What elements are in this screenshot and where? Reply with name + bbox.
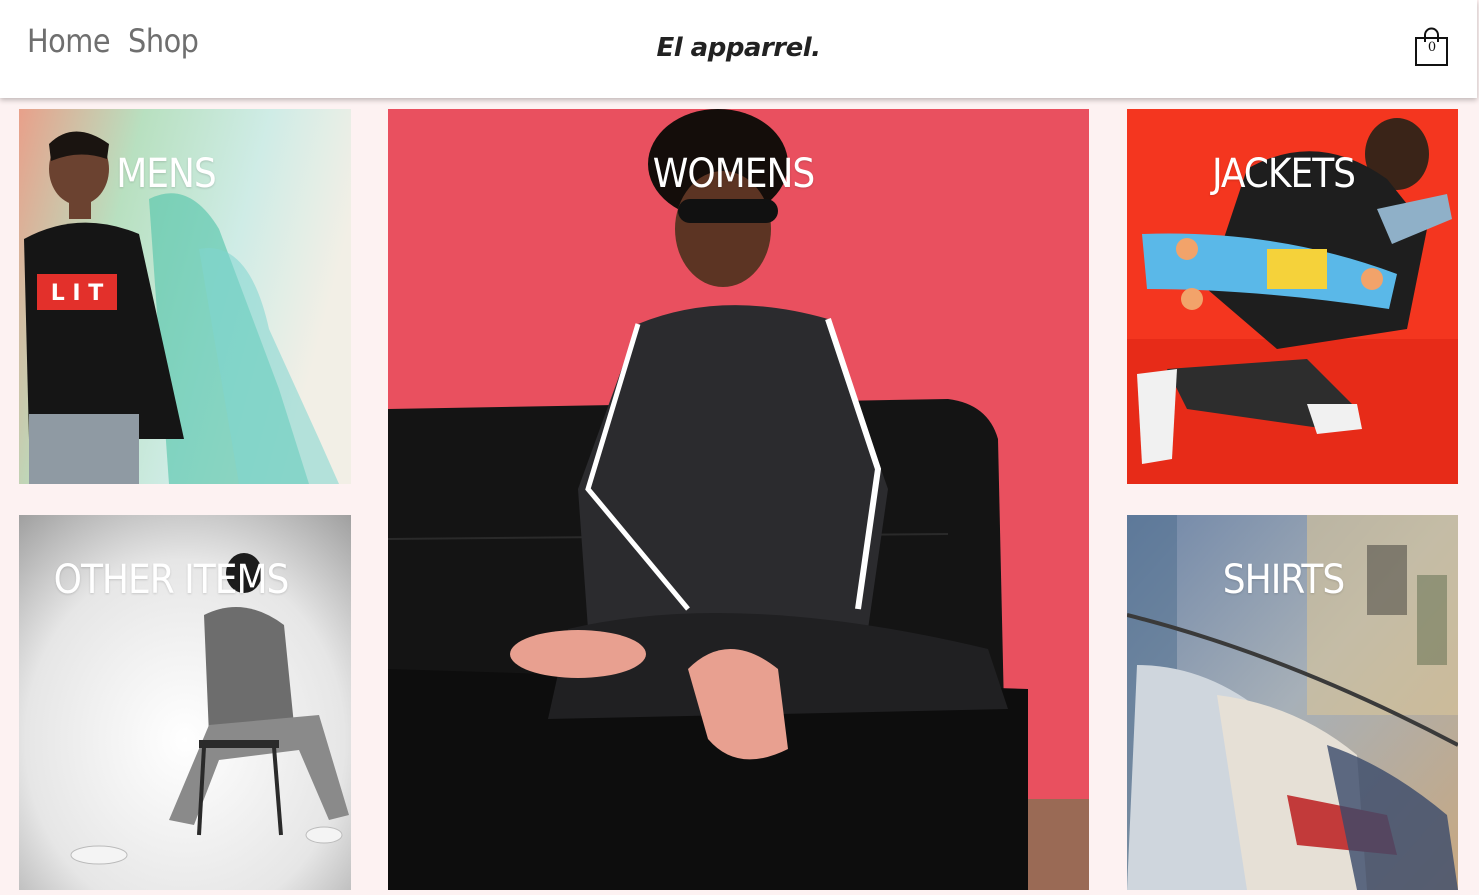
category-label-mens: MENS: [116, 151, 217, 197]
category-tile-mens[interactable]: L I T MENS: [19, 109, 351, 484]
womens-photo: [388, 109, 1089, 890]
category-label-womens: WOMENS: [652, 151, 815, 197]
category-tile-jackets[interactable]: JACKETS: [1127, 109, 1458, 484]
cart-count: 0: [1427, 40, 1437, 55]
site-header: Home Shop El apparrel. 0: [0, 0, 1477, 98]
brand-logo: El apparrel.: [656, 33, 821, 63]
category-label-shirts: SHIRTS: [1222, 557, 1345, 603]
category-label-other-items: OTHER ITEMS: [53, 557, 290, 603]
cart-button[interactable]: 0: [1412, 27, 1452, 69]
category-tile-other-items[interactable]: OTHER ITEMS: [19, 515, 351, 890]
category-tile-shirts[interactable]: SHIRTS: [1127, 515, 1458, 890]
svg-text:L I T: L I T: [51, 281, 104, 306]
category-label-jackets: JACKETS: [1211, 151, 1356, 197]
category-tile-womens[interactable]: WOMENS: [388, 109, 1089, 890]
